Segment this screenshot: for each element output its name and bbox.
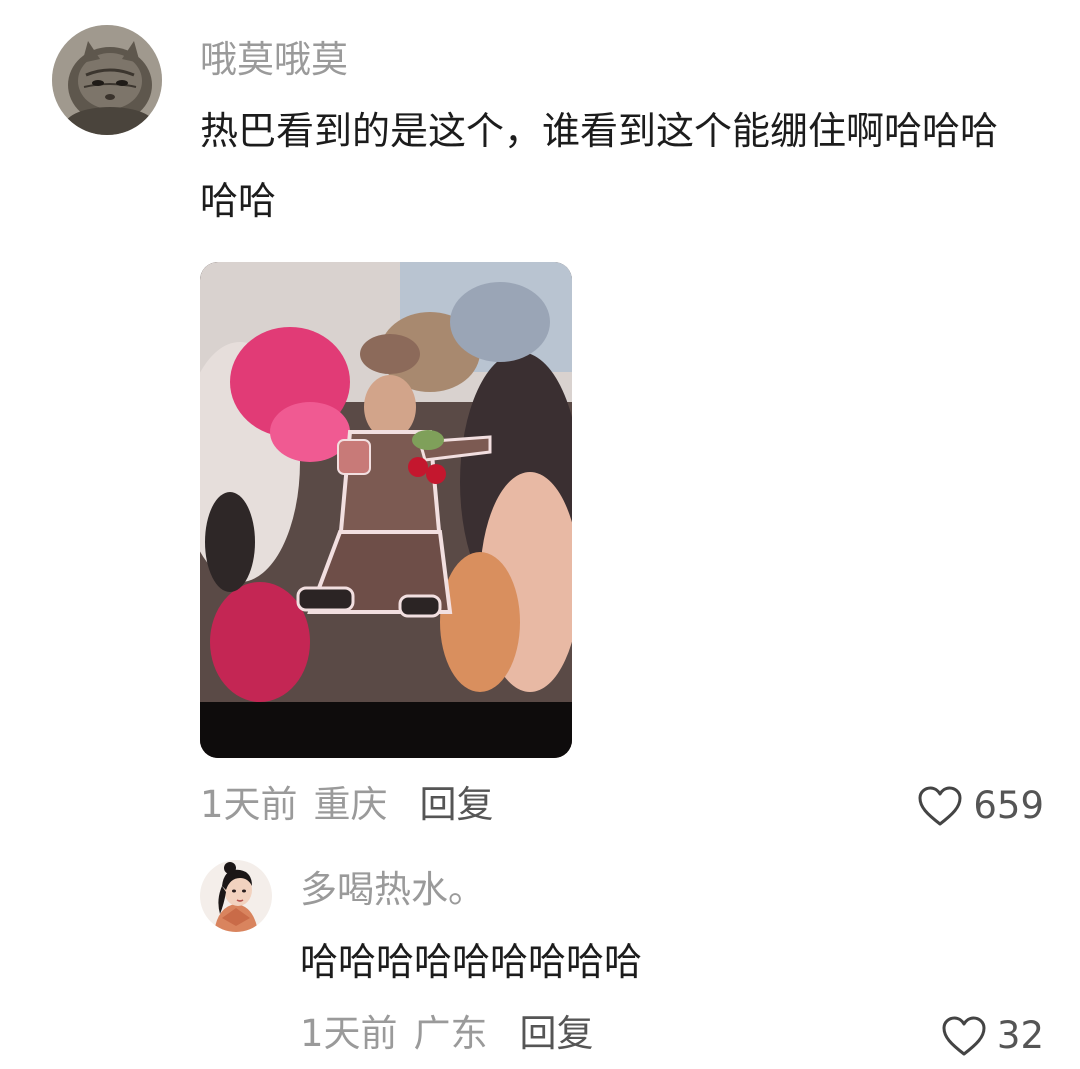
reply-button[interactable]: 回复 [420,783,494,827]
comment-time: 1天前 [200,783,298,826]
reply-to-reply-button[interactable]: 回复 [520,1012,594,1056]
reply-user-avatar[interactable] [200,860,272,932]
comment-thread: 哦莫哦莫 热巴看到的是这个，谁看到这个能绷住啊哈哈哈 哈哈 1天前 重庆 回复 … [0,0,1080,1069]
heart-outline-icon [918,786,962,826]
comment-meta: 1天前 重庆 回复 [200,783,494,827]
comment-photo[interactable] [200,262,572,758]
reply-like-count: 32 [996,1014,1044,1057]
reply-username[interactable]: 多喝热水。 [300,868,485,912]
heart-outline-icon [942,1016,986,1056]
reply-text: 哈哈哈哈哈哈哈哈哈 [300,940,643,984]
user-avatar[interactable] [52,25,162,135]
like-button[interactable]: 659 [917,784,1044,828]
cat-avatar-icon [52,25,162,135]
comment-location: 重庆 [313,783,388,826]
reply-meta: 1天前 广东 回复 [300,1012,594,1056]
comment-username[interactable]: 哦莫哦莫 [200,38,348,82]
illustrated-girl-avatar-icon [200,860,272,932]
reply-like-button[interactable]: 32 [941,1014,1044,1058]
reply-location: 广东 [413,1012,488,1055]
reply-time: 1天前 [300,1012,398,1055]
comment-text: 热巴看到的是这个，谁看到这个能绷住啊哈哈哈 哈哈 [200,109,999,223]
like-count: 659 [973,784,1044,827]
